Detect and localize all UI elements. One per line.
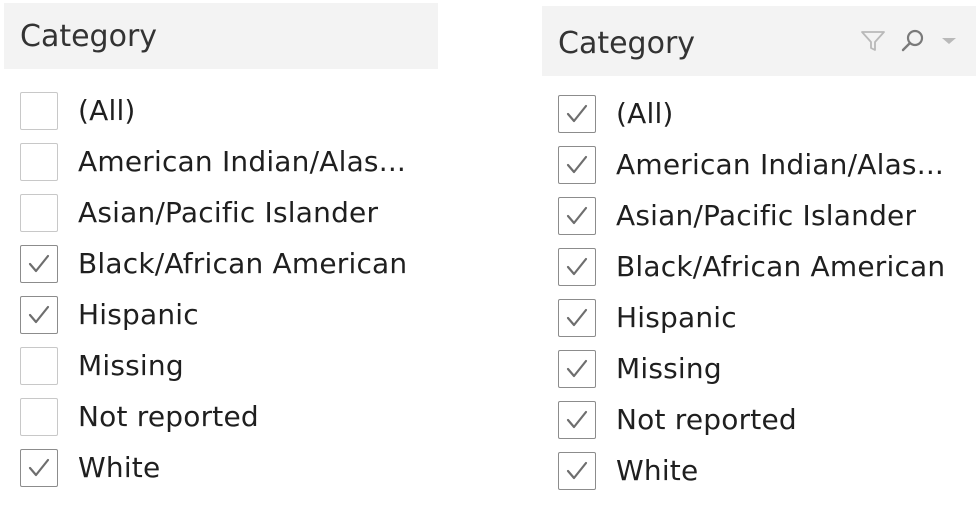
checkmark-icon: [28, 254, 50, 272]
checkbox-checked[interactable]: [558, 451, 596, 490]
checkbox-unchecked[interactable]: [20, 346, 58, 385]
checkbox-checked[interactable]: [558, 349, 596, 388]
checkbox-unchecked[interactable]: [20, 397, 58, 436]
filter-option[interactable]: Black/African American: [4, 238, 438, 289]
filter-option-label: (All): [78, 94, 136, 127]
checkbox-unchecked[interactable]: [20, 193, 58, 232]
category-filter-panel-right: Category (All) American Indian/Alas... Asi…: [542, 0, 976, 496]
filter-option[interactable]: Hispanic: [4, 289, 438, 340]
filter-option-label: Not reported: [78, 400, 259, 433]
checkmark-icon: [566, 155, 588, 173]
checkmark-icon: [566, 359, 588, 377]
checkbox-unchecked[interactable]: [20, 91, 58, 130]
checkbox-checked[interactable]: [558, 196, 596, 235]
filter-option-label: Black/African American: [616, 250, 946, 283]
checkmark-icon: [566, 410, 588, 428]
filter-option-label: American Indian/Alas...: [78, 145, 407, 178]
filter-option[interactable]: Black/African American: [542, 241, 976, 292]
checkbox-checked[interactable]: [20, 448, 58, 487]
checkmark-icon: [28, 305, 50, 323]
filter-option[interactable]: Asian/Pacific Islander: [542, 190, 976, 241]
filter-header-tools: [860, 28, 958, 54]
filter-option[interactable]: American Indian/Alas...: [542, 139, 976, 190]
checkmark-icon: [566, 206, 588, 224]
filter-option-label: Missing: [616, 352, 722, 385]
filter-options-list: (All) American Indian/Alas... Asian/Pacifi…: [542, 88, 976, 496]
checkmark-icon: [566, 104, 588, 122]
filter-title: Category: [558, 25, 696, 61]
filter-options-list: (All) American Indian/Alas... Asian/Pacifi…: [4, 85, 438, 493]
filter-option-label: Hispanic: [616, 301, 737, 334]
filter-option-label: White: [78, 451, 161, 484]
filter-header: Category: [4, 3, 438, 69]
filter-option[interactable]: White: [4, 442, 438, 493]
filter-option[interactable]: Asian/Pacific Islander: [4, 187, 438, 238]
filter-option[interactable]: American Indian/Alas...: [4, 136, 438, 187]
checkbox-unchecked[interactable]: [20, 142, 58, 181]
checkbox-checked[interactable]: [20, 244, 58, 283]
dropdown-arrow-icon[interactable]: [940, 35, 958, 47]
filter-option[interactable]: Missing: [4, 340, 438, 391]
filter-option-label: White: [616, 454, 699, 487]
filter-option[interactable]: Hispanic: [542, 292, 976, 343]
filter-option[interactable]: Not reported: [4, 391, 438, 442]
checkbox-checked[interactable]: [20, 295, 58, 334]
filter-option-label: Not reported: [616, 403, 797, 436]
checkmark-icon: [28, 458, 50, 476]
filter-option[interactable]: White: [542, 445, 976, 496]
checkmark-icon: [566, 461, 588, 479]
filter-option[interactable]: Missing: [542, 343, 976, 394]
checkbox-checked[interactable]: [558, 145, 596, 184]
filter-header: Category: [542, 6, 976, 76]
filter-option[interactable]: (All): [4, 85, 438, 136]
checkbox-checked[interactable]: [558, 247, 596, 286]
checkbox-checked[interactable]: [558, 400, 596, 439]
checkbox-checked[interactable]: [558, 94, 596, 133]
filter-option-label: (All): [616, 97, 674, 130]
filter-title: Category: [20, 18, 158, 54]
filter-option-label: Asian/Pacific Islander: [616, 199, 917, 232]
filter-option-label: Missing: [78, 349, 184, 382]
filter-option-label: Hispanic: [78, 298, 199, 331]
filter-option[interactable]: Not reported: [542, 394, 976, 445]
checkbox-checked[interactable]: [558, 298, 596, 337]
search-icon[interactable]: [900, 28, 926, 54]
filter-option-label: American Indian/Alas...: [616, 148, 945, 181]
filter-option[interactable]: (All): [542, 88, 976, 139]
checkmark-icon: [566, 257, 588, 275]
category-filter-panel-left: Category (All) American Indian/Alas... Asi…: [4, 0, 438, 493]
checkmark-icon: [566, 308, 588, 326]
filter-option-label: Asian/Pacific Islander: [78, 196, 379, 229]
filter-icon[interactable]: [860, 29, 886, 53]
filter-option-label: Black/African American: [78, 247, 408, 280]
